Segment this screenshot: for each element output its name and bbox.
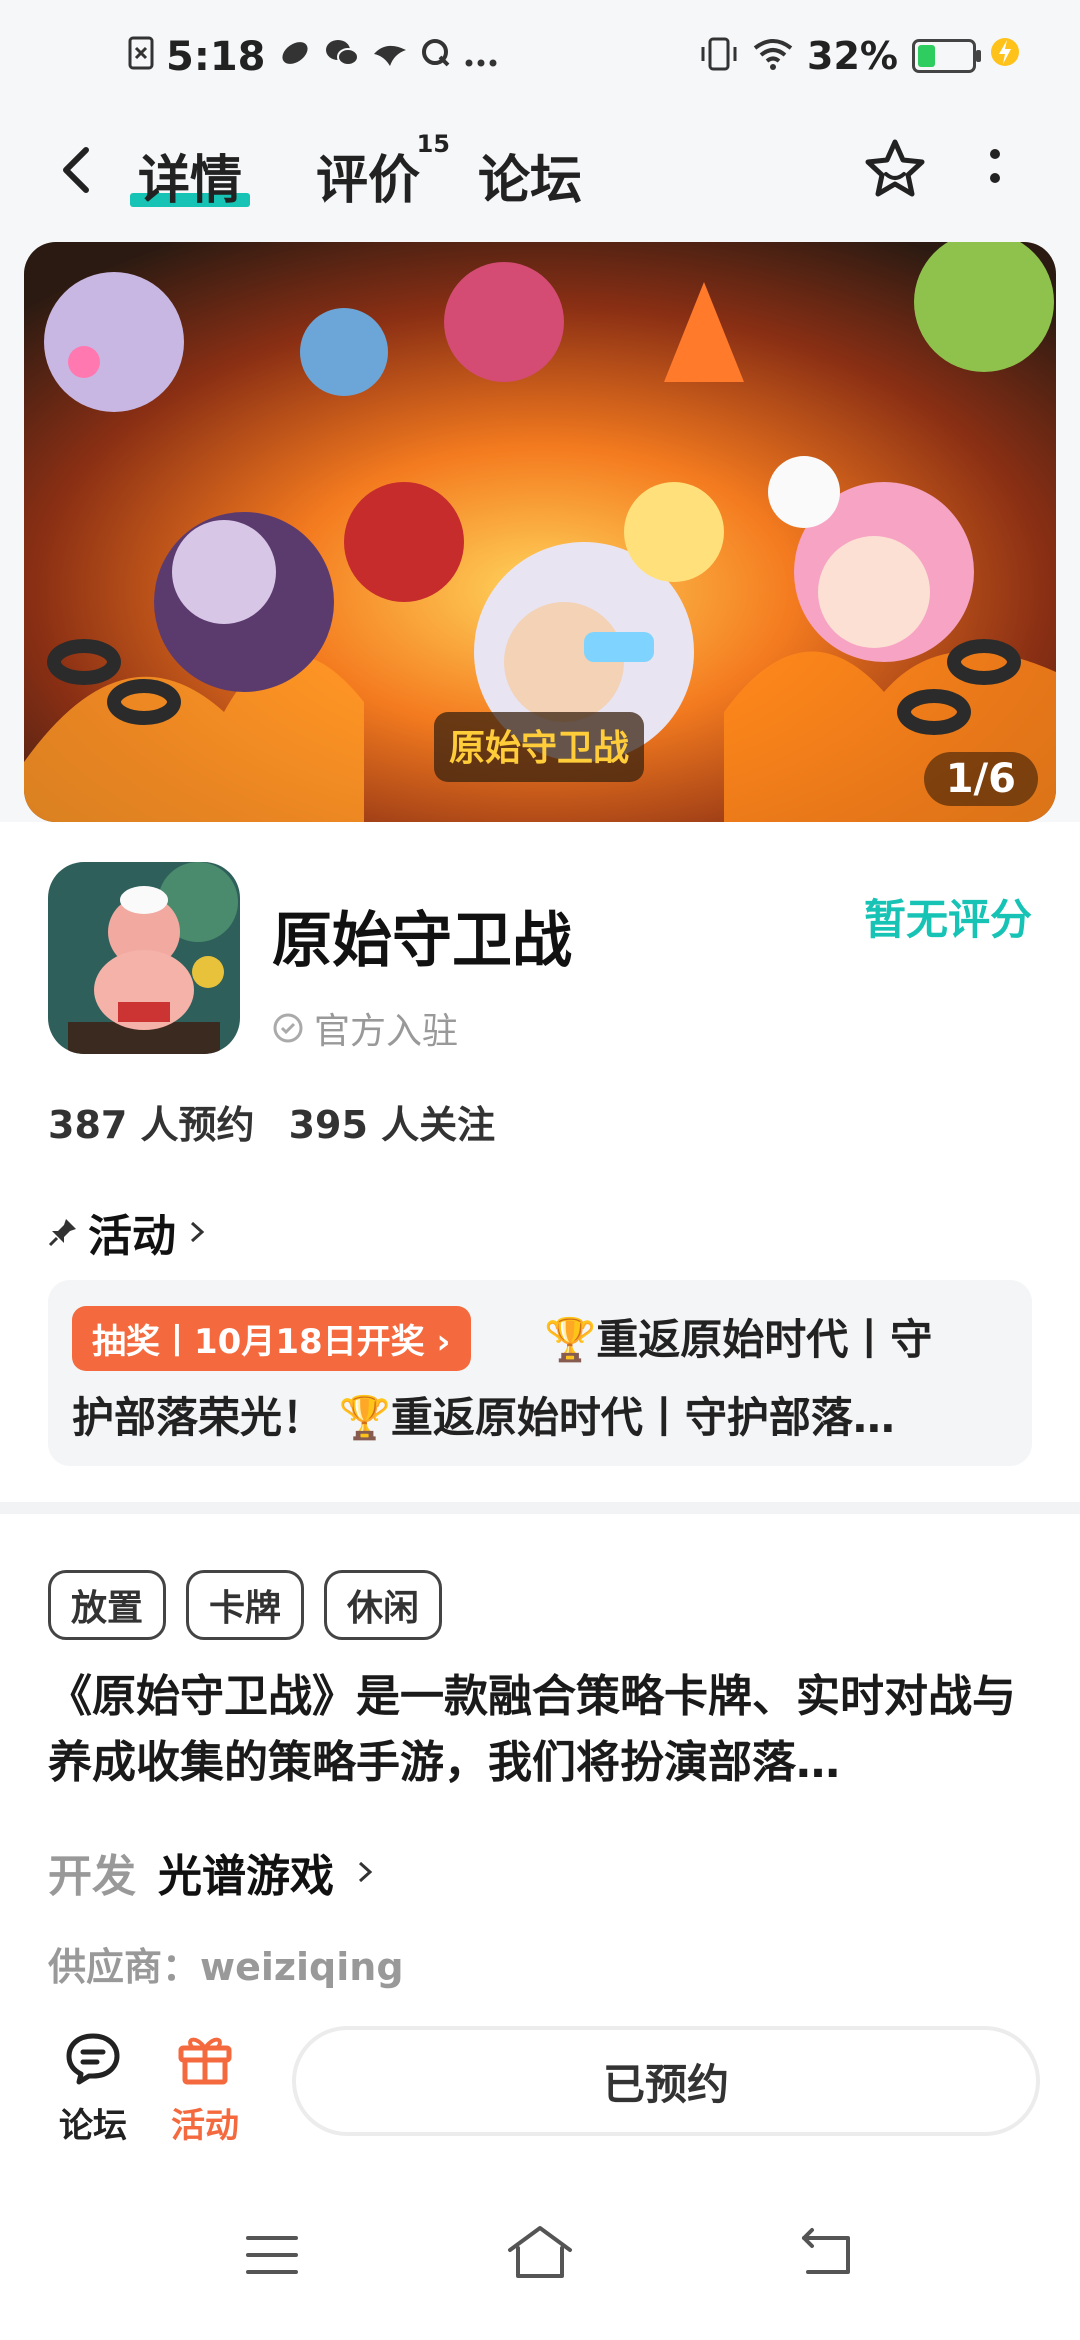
game-description[interactable]: 《原始守卫战》是一款融合策略卡牌、实时对战与养成收集的策略手游，我们将扮演部落… <box>48 1664 1032 1796</box>
activity-text-line-2: 护部落荣光！ 🏆重返原始时代丨守护部落… <box>72 1393 895 1442</box>
recent-apps-button[interactable] <box>244 2230 300 2280</box>
home-button[interactable] <box>504 2220 576 2284</box>
developer-row[interactable]: 开发 光谱游戏 <box>48 1840 376 1904</box>
more-options-button[interactable] <box>980 140 1010 200</box>
tag-casual[interactable]: 休闲 <box>324 1570 443 1640</box>
battery-icon <box>912 39 981 73</box>
tag-card[interactable]: 卡牌 <box>186 1570 305 1640</box>
official-badge: 官方入驻 <box>272 1002 458 1054</box>
forum-shortcut-label: 论坛 <box>59 2106 127 2146</box>
activity-section-link[interactable]: 活动 <box>48 1200 210 1264</box>
followers-count: 395 人关注 <box>288 1103 496 1147</box>
system-back-button[interactable] <box>796 2224 856 2280</box>
tab-forum[interactable]: 论坛 <box>478 138 582 213</box>
banner-artwork: 原始守卫战 <box>24 242 1056 822</box>
rating-text[interactable]: 暂无评分 <box>864 886 1032 947</box>
app-icon <box>48 862 240 1054</box>
chat-bubble-icon <box>66 2033 120 2085</box>
chevron-left-icon <box>63 147 89 193</box>
tab-reviews[interactable]: 评价 15 <box>316 130 450 213</box>
supplier-info: 供应商：weiziqing <box>48 1945 404 1989</box>
lottery-badge: 抽奖丨10月18日开奖 › <box>72 1306 471 1371</box>
sim-error-icon <box>128 36 154 79</box>
forum-shortcut-button[interactable]: 论坛 <box>38 2030 148 2147</box>
developer-name: 光谱游戏 <box>158 1851 334 1902</box>
lottery-badge-label: 抽奖丨10月18日开奖 <box>92 1322 425 1362</box>
vibrate-icon <box>699 37 739 75</box>
status-bar: 5:18 32% <box>0 0 1080 120</box>
app-info-card: 原始守卫战 官方入驻 暂无评分 387 人预约 395 人关注 活动 抽奖丨10月… <box>0 822 1080 1502</box>
tab-details-label: 详情 <box>138 151 243 211</box>
activity-heading-label: 活动 <box>88 1211 176 1262</box>
wechat-icon <box>324 37 360 78</box>
reservations-count: 387 人预约 <box>48 1103 255 1147</box>
game-details: 放置 卡牌 休闲 《原始守卫战》是一款融合策略卡牌、实时对战与养成收集的策略手游… <box>0 1514 1080 2034</box>
back-button[interactable] <box>48 140 108 200</box>
charging-bolt-icon <box>990 35 1020 77</box>
back-arrow-icon <box>802 2228 850 2274</box>
battery-percent: 32% <box>807 34 898 78</box>
home-icon <box>508 2226 572 2278</box>
banner-page-counter: 1/6 <box>923 752 1038 806</box>
official-label: 官方入驻 <box>314 1011 459 1052</box>
chevron-right-icon <box>190 1221 205 1243</box>
vertical-dots-icon <box>990 149 1000 183</box>
game-banner-carousel[interactable]: 原始守卫战 1/6 <box>24 242 1056 822</box>
top-nav: 详情 评价 15 论坛 <box>0 120 1080 230</box>
favorite-button[interactable] <box>860 134 930 204</box>
chevron-right-icon <box>358 1861 373 1883</box>
more-dots <box>464 37 498 77</box>
tab-details[interactable]: 详情 <box>130 138 251 213</box>
tab-reviews-label: 评价 <box>316 151 421 211</box>
tab-forum-label: 论坛 <box>478 151 583 211</box>
clock: 5:18 <box>166 34 266 80</box>
gift-icon <box>178 2037 232 2085</box>
activity-text-line-1: 🏆重返原始时代丨守 <box>544 1315 933 1364</box>
system-navigation-bar <box>0 2180 1080 2340</box>
event-shortcut-label: 活动 <box>171 2106 239 2146</box>
verified-check-icon <box>273 1013 303 1043</box>
tag-idle[interactable]: 放置 <box>48 1570 167 1640</box>
search-q-icon <box>420 37 452 78</box>
reviews-count-badge: 15 <box>416 130 451 158</box>
bottom-action-bar: 论坛 活动 已预约 <box>0 2000 1080 2180</box>
section-divider <box>0 1502 1080 1514</box>
link-icon <box>278 36 312 79</box>
menu-icon <box>246 2236 298 2274</box>
developer-label: 开发 <box>48 1851 136 1902</box>
pin-icon <box>48 1219 76 1247</box>
star-outline-icon <box>865 139 925 197</box>
reserved-button[interactable]: 已预约 <box>292 2026 1040 2136</box>
wifi-icon <box>753 38 793 74</box>
app-name: 原始守卫战 <box>272 906 572 976</box>
app-stats: 387 人预约 395 人关注 <box>48 1094 495 1149</box>
banner-logo-text: 原始守卫战 <box>449 728 629 769</box>
bird-icon <box>372 37 408 77</box>
event-shortcut-button[interactable]: 活动 <box>150 2030 260 2147</box>
tag-list: 放置 卡牌 休闲 <box>48 1570 443 1640</box>
activity-card[interactable]: 抽奖丨10月18日开奖 › 🏆重返原始时代丨守 护部落荣光！ 🏆重返原始时代丨守… <box>48 1280 1032 1466</box>
